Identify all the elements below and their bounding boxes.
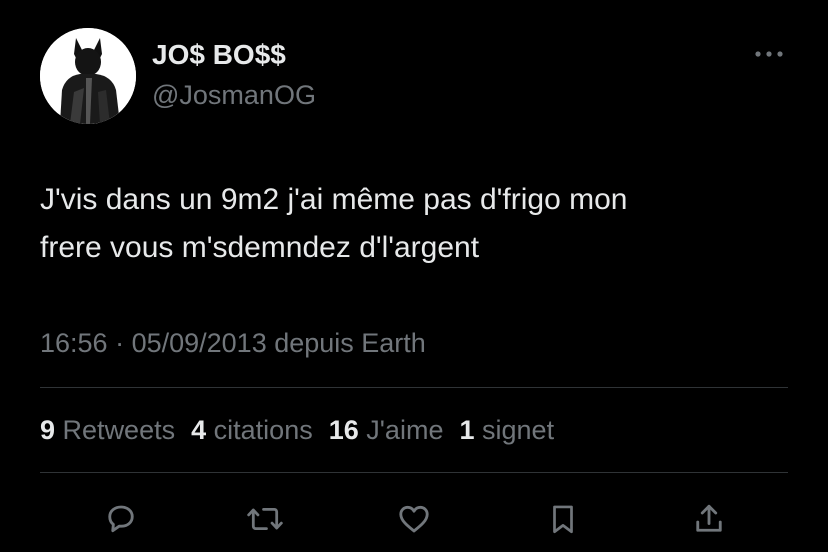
retweets-count: 9	[40, 415, 56, 445]
quotes-stat[interactable]: 4 citations	[191, 412, 313, 448]
like-button[interactable]	[391, 496, 437, 542]
action-bar	[0, 496, 828, 544]
bookmark-icon	[553, 505, 573, 534]
like-icon	[399, 505, 429, 533]
user-handle[interactable]: @JosmanOG	[152, 78, 316, 112]
more-options-button[interactable]	[750, 40, 788, 68]
bookmarks-label: signet	[482, 415, 555, 445]
tweet-text: J'vis dans un 9m2 j'ai même pas d'frigo …	[40, 176, 780, 272]
quotes-count: 4	[191, 415, 207, 445]
quotes-label: citations	[213, 415, 313, 445]
share-icon	[696, 504, 722, 532]
display-name[interactable]: JO$ BO$$	[152, 38, 286, 72]
retweet-button[interactable]	[242, 496, 288, 542]
retweets-stat[interactable]: 9 Retweets	[40, 412, 175, 448]
avatar[interactable]	[40, 28, 136, 124]
divider-bottom	[40, 472, 788, 473]
bookmark-button[interactable]	[540, 496, 586, 542]
masked-figure-avatar-icon	[40, 28, 136, 124]
retweets-label: Retweets	[62, 415, 176, 445]
tweet-text-line: frere vous m'sdemndez d'l'argent	[40, 231, 480, 264]
likes-count: 16	[328, 415, 359, 445]
share-button[interactable]	[686, 496, 732, 542]
meta-separator: ·	[107, 328, 132, 358]
bookmarks-stat[interactable]: 1 signet	[459, 412, 554, 448]
likes-stat[interactable]: 16 J'aime	[329, 412, 444, 448]
reply-button[interactable]	[98, 496, 144, 542]
tweet-text-line: J'vis dans un 9m2 j'ai même pas d'frigo …	[40, 183, 628, 216]
tweet-time[interactable]: 16:56	[40, 328, 108, 358]
likes-label: J'aime	[366, 415, 444, 445]
tweet-stats: 9 Retweets 4 citations 16 J'aime 1 signe…	[40, 412, 554, 448]
tweet-source: depuis Earth	[266, 328, 426, 358]
tweet-date[interactable]: 05/09/2013	[132, 328, 267, 358]
more-dots-icon	[755, 51, 783, 57]
tweet-metadata: 16:56 · 05/09/2013 depuis Earth	[40, 325, 426, 361]
divider-top	[40, 387, 788, 388]
bookmarks-count: 1	[459, 415, 475, 445]
retweet-icon	[247, 507, 283, 531]
reply-icon	[108, 505, 134, 533]
